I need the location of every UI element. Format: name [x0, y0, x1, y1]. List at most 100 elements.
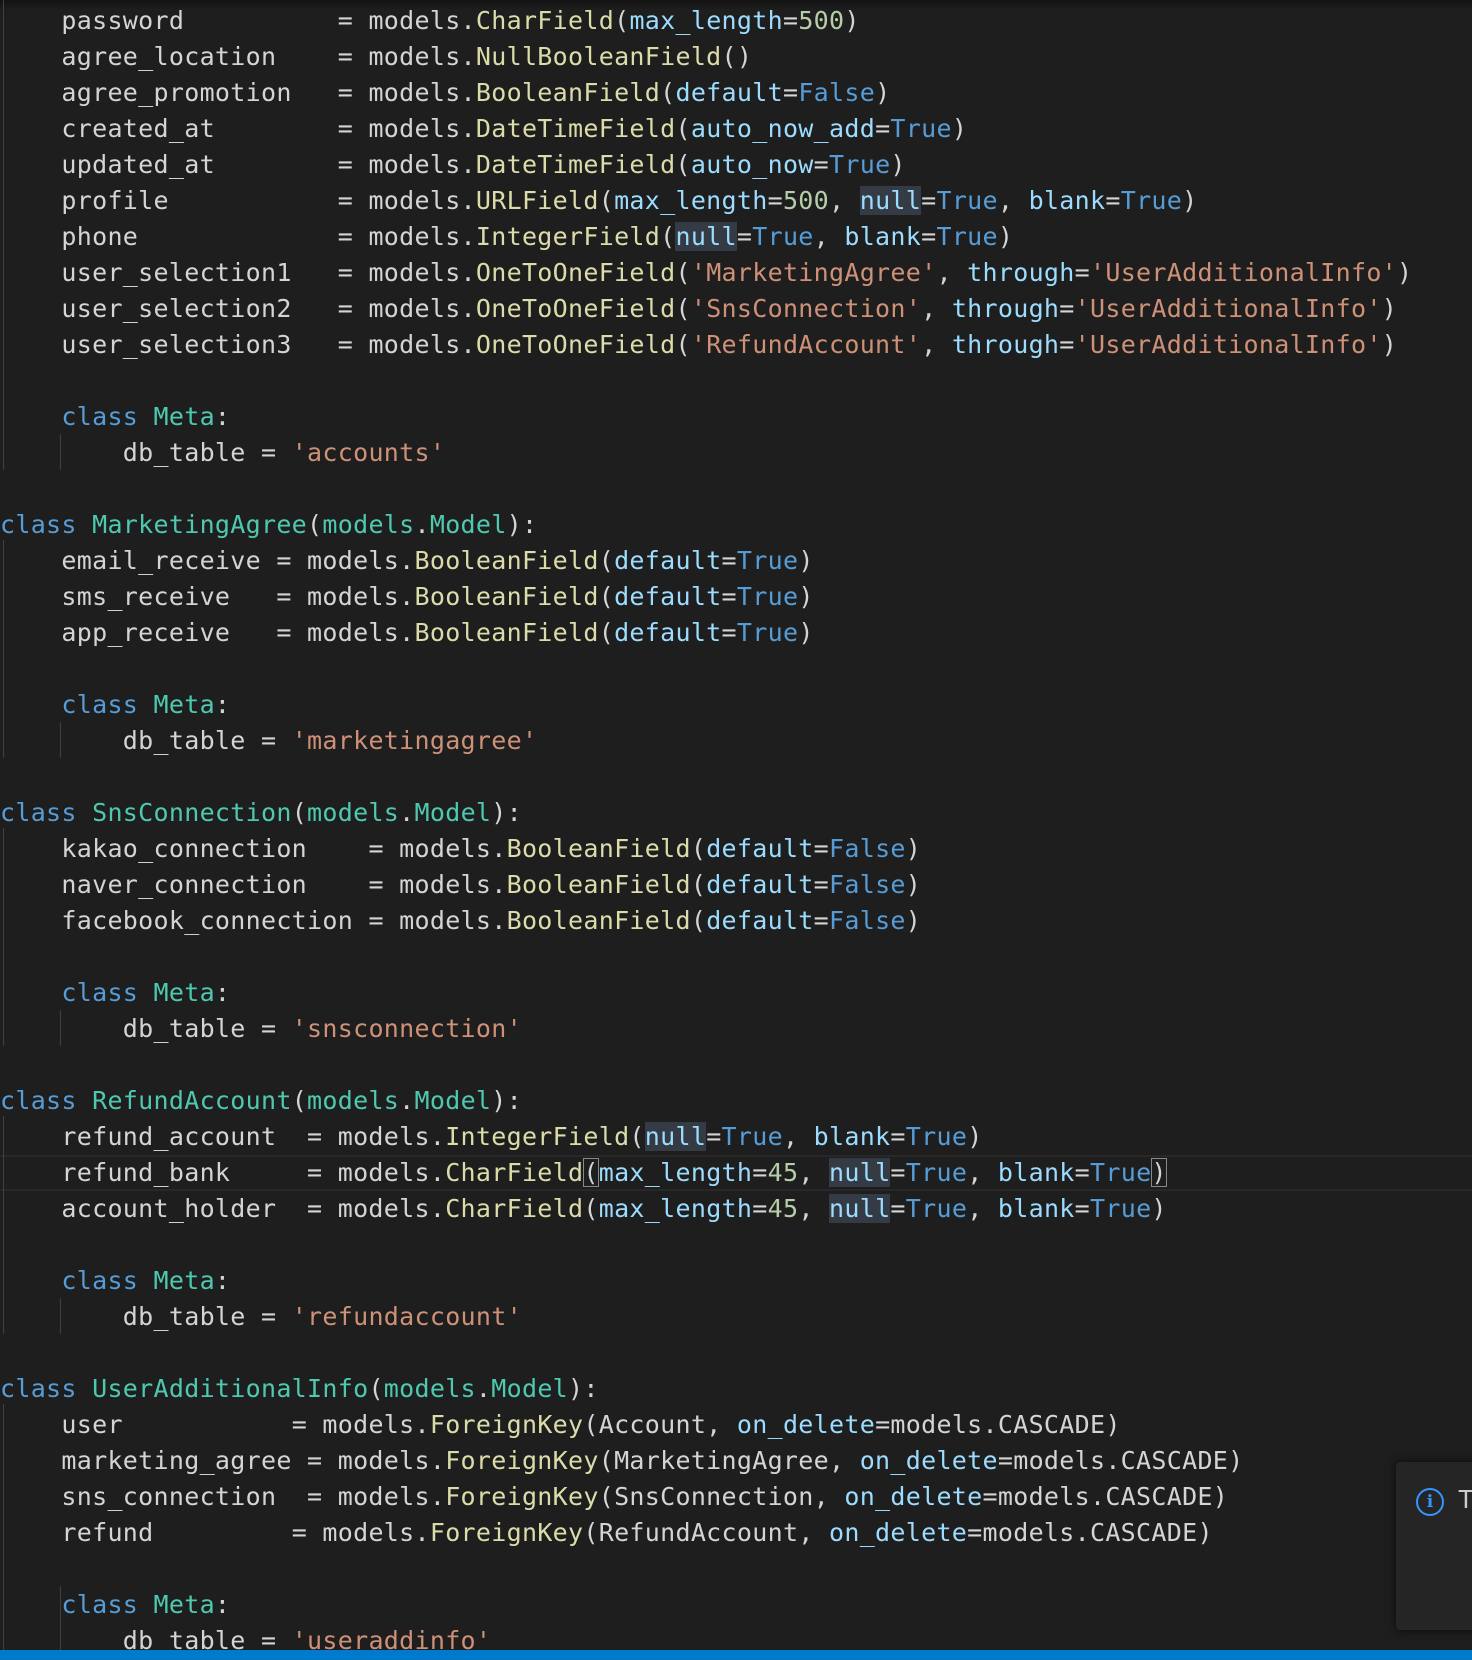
code-token: =: [337, 222, 369, 251]
code-line[interactable]: class Meta:: [0, 975, 230, 1011]
code-token: CharField: [445, 1158, 584, 1187]
code-token: =: [1074, 1194, 1091, 1223]
code-line[interactable]: naver_connection = models.BooleanField(d…: [0, 867, 921, 903]
code-token: CharField: [445, 1194, 584, 1223]
code-token: .: [414, 510, 430, 539]
code-line[interactable]: class SnsConnection(models.Model):: [0, 795, 522, 831]
code-token: True: [936, 186, 998, 215]
code-token: NullBooleanField: [475, 42, 722, 71]
code-token: True: [1120, 186, 1183, 215]
code-token: Model: [414, 1086, 492, 1115]
code-line[interactable]: db_table = 'refundaccount': [0, 1299, 522, 1335]
code-token: (: [291, 798, 308, 827]
status-bar[interactable]: [0, 1650, 1472, 1660]
code-line[interactable]: class RefundAccount(models.Model):: [0, 1083, 522, 1119]
code-line[interactable]: class Meta:: [0, 399, 230, 435]
code-token: on_delete: [859, 1446, 998, 1475]
code-line[interactable]: user_selection3 = models.OneToOneField('…: [0, 327, 1397, 363]
code-token: Model: [491, 1374, 569, 1403]
code-line[interactable]: refund_account = models.IntegerField(nul…: [0, 1119, 983, 1155]
code-token: =: [337, 258, 369, 287]
code-token: :: [214, 690, 231, 719]
code-line[interactable]: refund_bank = models.CharField(max_lengt…: [0, 1155, 1167, 1191]
code-token: class: [0, 510, 93, 539]
code-line[interactable]: db_table = 'accounts': [0, 435, 445, 471]
code-token: null: [644, 1122, 707, 1151]
code-line[interactable]: user_selection1 = models.OneToOneField('…: [0, 255, 1412, 291]
code-token: models.: [307, 618, 415, 647]
code-line[interactable]: db_table = 'snsconnection': [0, 1011, 522, 1047]
code-line[interactable]: marketing_agree = models.ForeignKey(Mark…: [0, 1443, 1244, 1479]
code-line[interactable]: created_at = models.DateTimeField(auto_n…: [0, 111, 967, 147]
code-token: OneToOneField: [475, 330, 676, 359]
code-token: True: [829, 150, 891, 179]
code-editor[interactable]: password = models.CharField(max_length=5…: [0, 0, 1472, 1655]
code-line[interactable]: phone = models.IntegerField(null=True, b…: [0, 219, 1013, 255]
code-token: agree_location: [0, 42, 338, 71]
code-token: (: [675, 150, 691, 179]
code-token: =: [276, 618, 308, 647]
code-line[interactable]: facebook_connection = models.BooleanFiel…: [0, 903, 921, 939]
code-token: ): [1151, 1194, 1167, 1223]
code-token: ): [1381, 330, 1398, 359]
code-line[interactable]: user = models.ForeignKey(Account, on_del…: [0, 1407, 1121, 1443]
code-token: URLField: [475, 186, 599, 215]
code-token: (RefundAccount,: [583, 1518, 829, 1547]
code-line[interactable]: db_table = 'marketingagree': [0, 723, 537, 759]
code-line[interactable]: class MarketingAgree(models.Model):: [0, 507, 537, 543]
code-token: ,: [921, 294, 952, 323]
code-line[interactable]: class Meta:: [0, 1587, 230, 1623]
code-line[interactable]: kakao_connection = models.BooleanField(d…: [0, 831, 921, 867]
code-token: ): [997, 222, 1014, 251]
code-line[interactable]: class Meta:: [0, 1263, 230, 1299]
code-line[interactable]: user_selection2 = models.OneToOneField('…: [0, 291, 1397, 327]
code-token: ):: [506, 510, 538, 539]
code-token: class: [61, 978, 154, 1007]
code-line[interactable]: agree_promotion = models.BooleanField(de…: [0, 75, 890, 111]
code-token: ): [1397, 258, 1413, 287]
code-token: refund_account: [0, 1122, 308, 1151]
code-token: False: [798, 78, 876, 107]
code-token: ):: [568, 1374, 599, 1403]
code-token: ): [798, 546, 814, 575]
code-line[interactable]: class Meta:: [0, 687, 230, 723]
code-token: =models.CASCADE): [982, 1482, 1229, 1511]
code-token: =: [813, 834, 830, 863]
code-token: :: [214, 402, 231, 431]
code-token: ,: [798, 1194, 830, 1223]
code-token: class: [0, 1086, 93, 1115]
code-line[interactable]: password = models.CharField(max_length=5…: [0, 3, 860, 39]
code-line[interactable]: refund = models.ForeignKey(RefundAccount…: [0, 1515, 1213, 1551]
code-token: True: [736, 618, 799, 647]
code-token: Meta: [153, 1590, 215, 1619]
code-token: phone: [0, 222, 338, 251]
code-token: user: [0, 1410, 292, 1439]
code-token: (: [598, 582, 615, 611]
code-line[interactable]: app_receive = models.BooleanField(defaul…: [0, 615, 814, 651]
code-line[interactable]: sns_connection = models.ForeignKey(SnsCo…: [0, 1479, 1228, 1515]
code-line[interactable]: sms_receive = models.BooleanField(defaul…: [0, 579, 814, 615]
code-token: (: [368, 1374, 384, 1403]
code-token: True: [1090, 1158, 1152, 1187]
notification-toast[interactable]: i T: [1396, 1462, 1472, 1630]
code-token: =: [307, 1446, 338, 1475]
code-token: ,: [813, 222, 845, 251]
code-line[interactable]: agree_location = models.NullBooleanField…: [0, 39, 752, 75]
code-token: DateTimeField: [475, 114, 676, 143]
code-line[interactable]: profile = models.URLField(max_length=500…: [0, 183, 1197, 219]
code-token: 500: [798, 6, 845, 35]
code-token: =: [307, 1122, 338, 1151]
code-token: (: [675, 114, 691, 143]
code-token: RefundAccount: [92, 1086, 292, 1115]
code-token: True: [1090, 1194, 1152, 1223]
code-line[interactable]: class UserAdditionalInfo(models.Model):: [0, 1371, 599, 1407]
code-token: =: [307, 1482, 338, 1511]
code-token: =: [337, 150, 369, 179]
code-token: =: [368, 834, 400, 863]
code-token: models: [322, 510, 415, 539]
code-line[interactable]: email_receive = models.BooleanField(defa…: [0, 543, 814, 579]
code-token: =: [767, 186, 783, 215]
code-line[interactable]: updated_at = models.DateTimeField(auto_n…: [0, 147, 906, 183]
code-line[interactable]: account_holder = models.CharField(max_le…: [0, 1191, 1167, 1227]
code-token: ): [798, 618, 814, 647]
